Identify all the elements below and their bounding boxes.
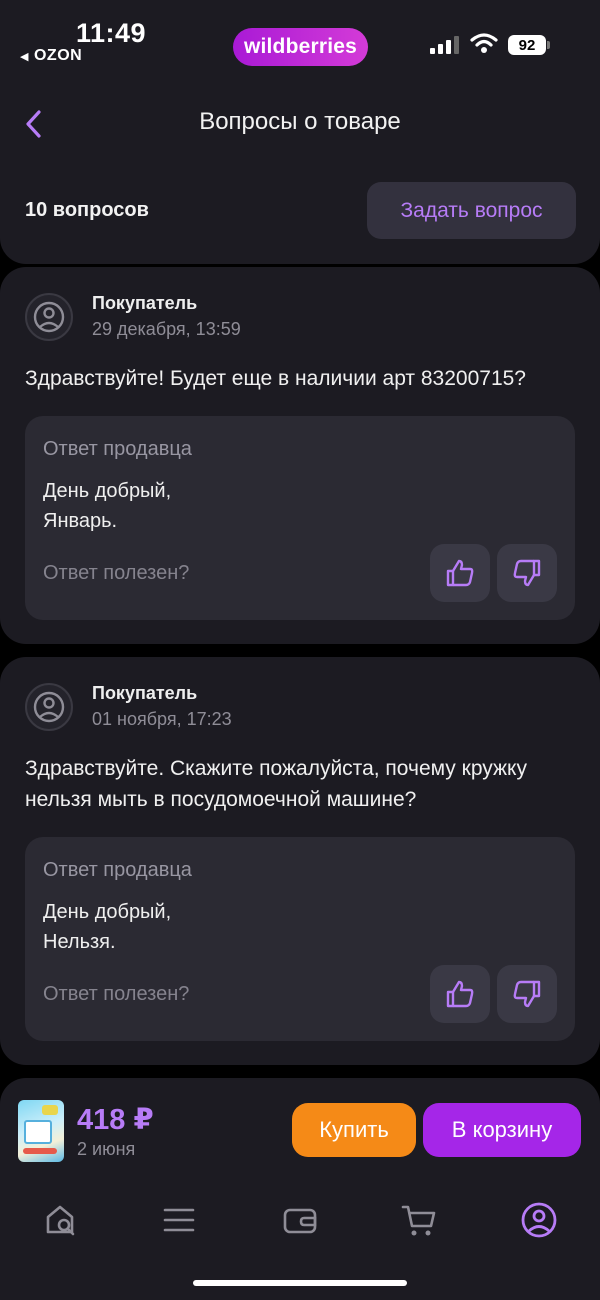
- tab-wallet[interactable]: [276, 1196, 324, 1244]
- product-price: 418 ₽: [77, 1104, 154, 1136]
- battery-nub: [547, 41, 550, 49]
- question-text: Здравствуйте! Будет еще в наличии арт 83…: [25, 367, 526, 390]
- tab-cart[interactable]: [395, 1196, 443, 1244]
- home-indicator: [193, 1280, 407, 1286]
- tab-profile[interactable]: [515, 1196, 563, 1244]
- answer-title: Ответ продавца: [43, 438, 192, 460]
- status-time: 11:49: [76, 18, 147, 48]
- answer-line: День добрый,: [43, 480, 172, 502]
- back-triangle-icon: ◀: [20, 50, 29, 63]
- avatar: [25, 683, 73, 731]
- question-author: Покупатель: [92, 683, 198, 703]
- thumbnail-badge-shape: [42, 1105, 58, 1115]
- menu-icon: [163, 1208, 195, 1232]
- thumbnail-stripe-shape: [23, 1148, 57, 1154]
- battery-indicator: 92: [508, 35, 546, 55]
- home-search-icon: [46, 1205, 75, 1236]
- helpful-label: Ответ полезен?: [43, 983, 190, 1005]
- profile-icon: [521, 1202, 557, 1238]
- cellular-signal-icon: [430, 36, 459, 54]
- page-title: Вопросы о товаре: [199, 108, 401, 135]
- question-card: Покупатель 01 ноября, 17:23 Здравствуйте…: [0, 657, 600, 1065]
- question-author: Покупатель: [92, 293, 198, 313]
- dislike-button[interactable]: [497, 544, 557, 602]
- tab-bar: [0, 1188, 600, 1258]
- back-to-app-link[interactable]: ◀ OZON: [20, 47, 82, 65]
- buy-button[interactable]: Купить: [292, 1103, 416, 1157]
- ask-question-button[interactable]: Задать вопрос: [367, 182, 576, 239]
- answer-line: Январь.: [43, 510, 118, 532]
- wifi-icon: [470, 33, 498, 53]
- answer-line: Нельзя.: [43, 931, 116, 953]
- seller-answer: Ответ продавца День добрый, Январь. Отве…: [25, 416, 575, 620]
- sad-face-icon: [33, 301, 65, 333]
- helpful-label: Ответ полезен?: [43, 562, 190, 584]
- answer-line: День добрый,: [43, 901, 172, 923]
- product-thumbnail[interactable]: [18, 1100, 64, 1162]
- thumbnail-mug-shape: [24, 1120, 52, 1144]
- bottom-panel: 418 ₽ 2 июня Купить В корзину: [0, 1078, 600, 1300]
- like-button[interactable]: [430, 544, 490, 602]
- delivery-date: 2 июня: [77, 1139, 136, 1159]
- thumbs-up-icon: [446, 980, 474, 1008]
- thumbs-up-icon: [446, 559, 474, 587]
- seller-answer: Ответ продавца День добрый, Нельзя. Отве…: [25, 837, 575, 1041]
- dislike-button[interactable]: [497, 965, 557, 1023]
- question-date: 29 декабря, 13:59: [92, 319, 241, 339]
- question-text: Здравствуйте. Скажите пожалуйста, почему…: [25, 757, 527, 811]
- questions-count: 10 вопросов: [25, 199, 149, 221]
- cart-icon: [401, 1205, 436, 1236]
- add-to-cart-button[interactable]: В корзину: [423, 1103, 581, 1157]
- tab-catalog[interactable]: [155, 1196, 203, 1244]
- status-bar: 11:49 ◀ OZON wildberries 92: [0, 0, 600, 80]
- wallet-icon: [283, 1208, 317, 1234]
- question-date: 01 ноября, 17:23: [92, 709, 232, 729]
- tab-home[interactable]: [37, 1196, 85, 1244]
- thumbs-down-icon: [513, 559, 541, 587]
- brand-logo: wildberries: [233, 28, 368, 66]
- answer-title: Ответ продавца: [43, 859, 192, 881]
- sad-face-icon: [33, 691, 65, 723]
- back-app-label: OZON: [33, 47, 83, 64]
- avatar: [25, 293, 73, 341]
- like-button[interactable]: [430, 965, 490, 1023]
- thumbs-down-icon: [513, 980, 541, 1008]
- question-card: Покупатель 29 декабря, 13:59 Здравствуйт…: [0, 267, 600, 644]
